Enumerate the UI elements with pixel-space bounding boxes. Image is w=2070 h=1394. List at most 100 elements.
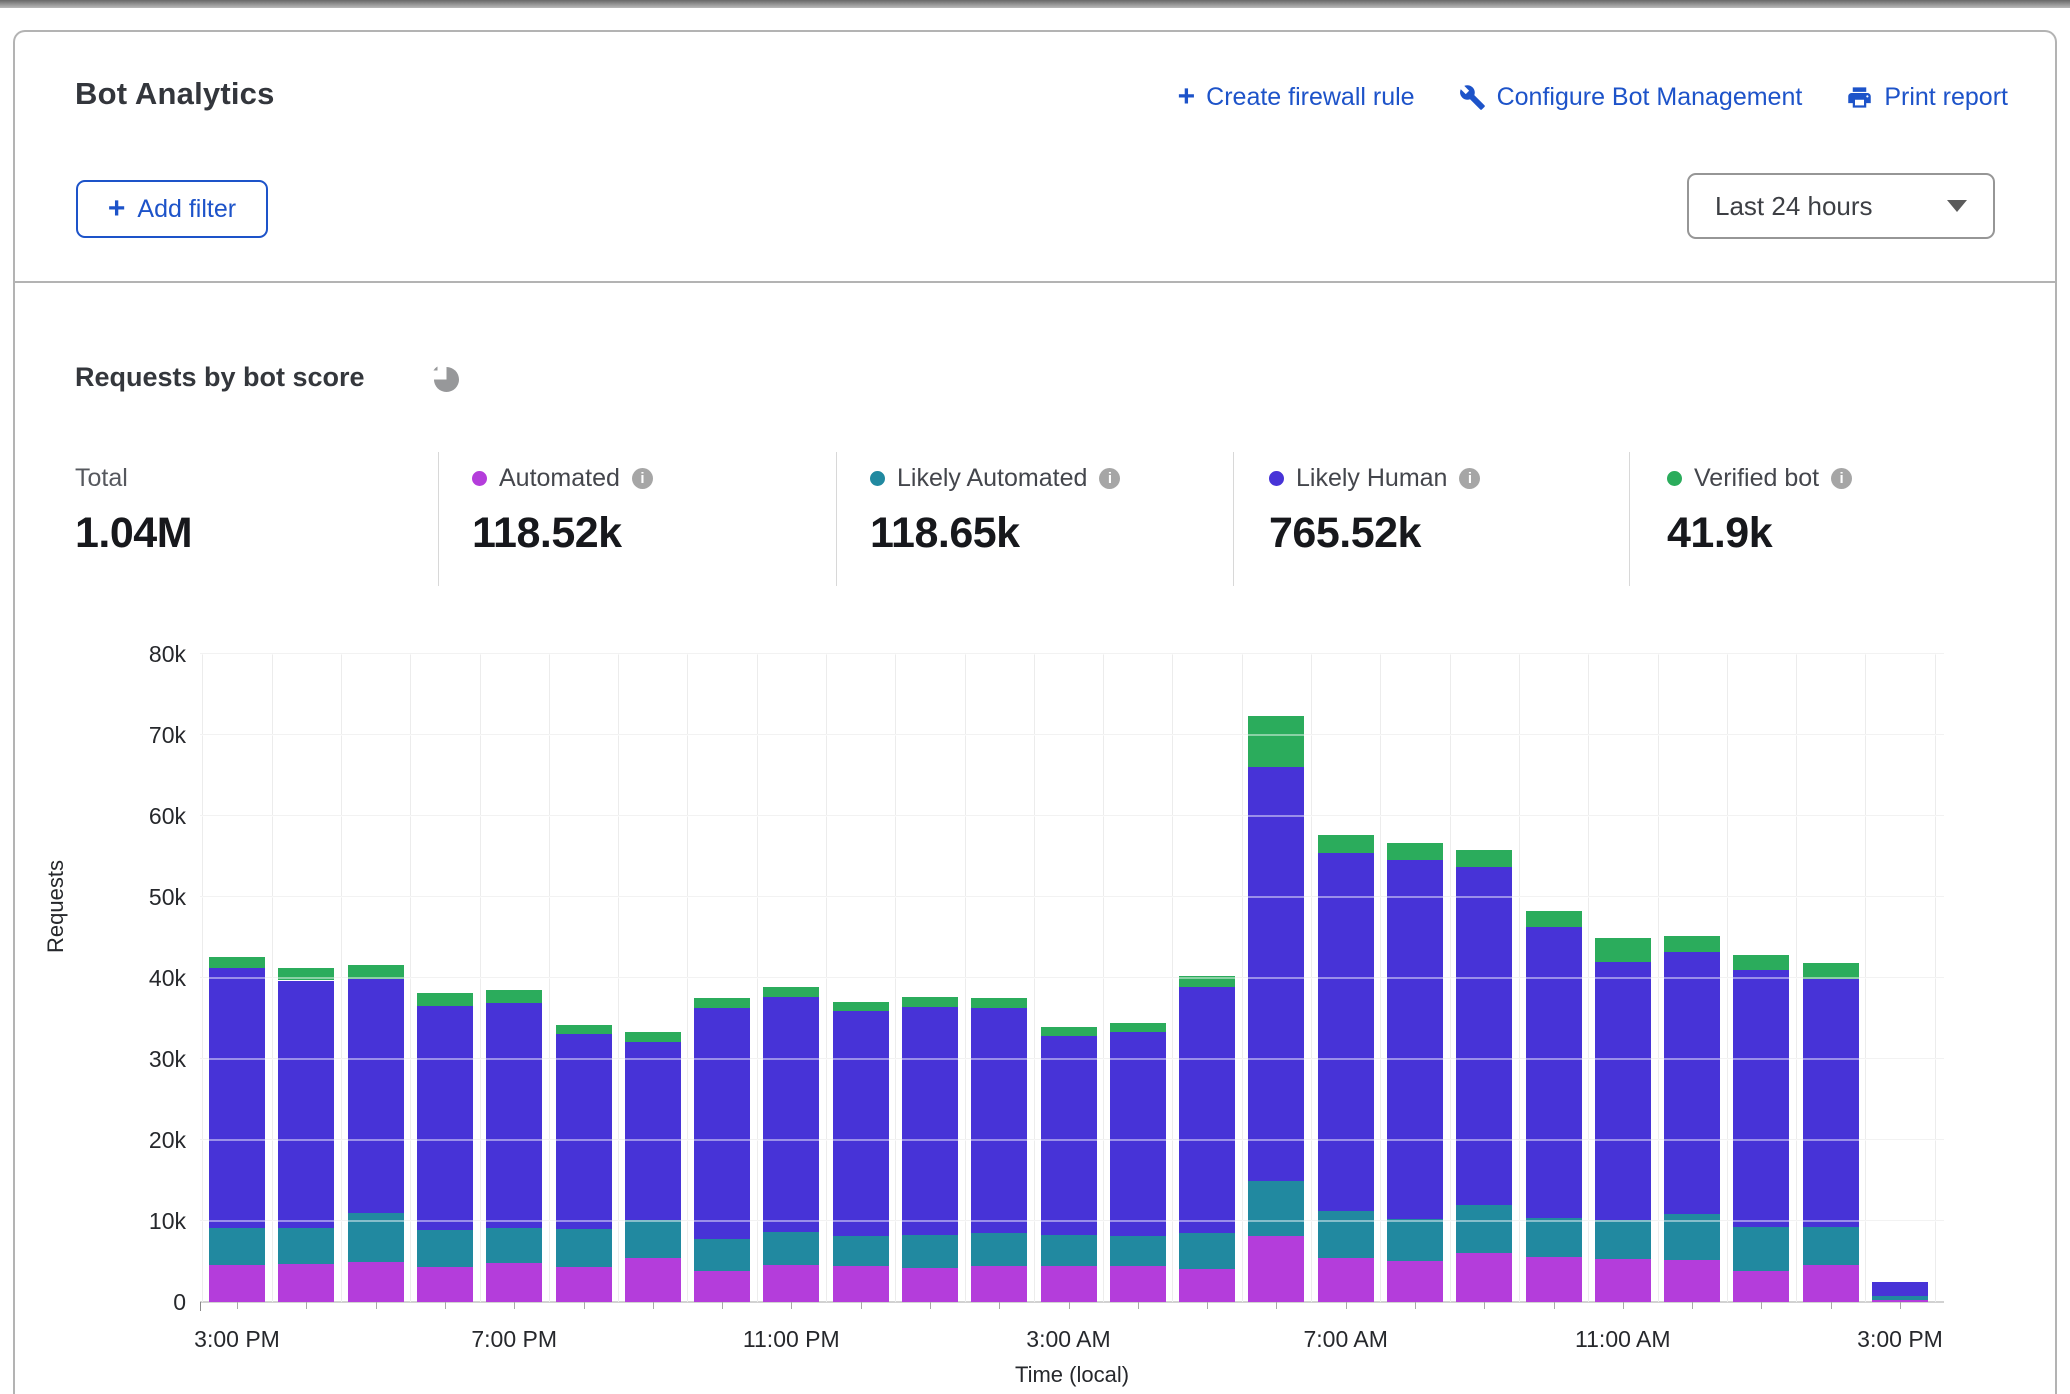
bar-segment-verified-bot[interactable] [1456, 850, 1512, 867]
bar-segment-likely-automated[interactable] [1248, 1181, 1304, 1235]
bar-segment-automated[interactable] [486, 1263, 542, 1302]
bar-segment-verified-bot[interactable] [556, 1025, 612, 1034]
bar-segment-automated[interactable] [1041, 1266, 1097, 1302]
bar-segment-likely-human[interactable] [1872, 1282, 1928, 1297]
bar-segment-automated[interactable] [348, 1262, 404, 1302]
bar-segment-automated[interactable] [1318, 1258, 1374, 1302]
bar-segment-likely-human[interactable] [1664, 952, 1720, 1214]
bar-segment-automated[interactable] [278, 1264, 334, 1302]
bar-segment-automated[interactable] [763, 1265, 819, 1302]
bar-segment-likely-automated[interactable] [1041, 1235, 1097, 1266]
bar-segment-likely-human[interactable] [694, 1008, 750, 1239]
info-icon[interactable]: i [1099, 468, 1120, 489]
bar-segment-automated[interactable] [694, 1271, 750, 1302]
bar-segment-verified-bot[interactable] [1248, 716, 1304, 766]
bar-segment-likely-human[interactable] [1318, 853, 1374, 1212]
bar-segment-likely-human[interactable] [1387, 860, 1443, 1220]
bar-segment-likely-automated[interactable] [1872, 1296, 1928, 1299]
bar-segment-verified-bot[interactable] [1387, 843, 1443, 860]
create-firewall-rule-link[interactable]: + Create firewall rule [1178, 82, 1415, 112]
bar-segment-likely-automated[interactable] [1179, 1233, 1235, 1269]
bar-segment-verified-bot[interactable] [763, 987, 819, 998]
bar-segment-likely-automated[interactable] [486, 1228, 542, 1263]
bar-segment-likely-automated[interactable] [556, 1229, 612, 1267]
print-report-link[interactable]: Print report [1846, 83, 2008, 112]
bar-segment-verified-bot[interactable] [625, 1032, 681, 1042]
bar-segment-automated[interactable] [971, 1266, 1027, 1302]
bar-segment-likely-automated[interactable] [971, 1233, 1027, 1266]
bar-segment-automated[interactable] [417, 1267, 473, 1302]
bar-segment-verified-bot[interactable] [417, 993, 473, 1006]
bar-segment-verified-bot[interactable] [1664, 936, 1720, 952]
bar-segment-likely-human[interactable] [1110, 1032, 1166, 1236]
bar-segment-likely-automated[interactable] [1318, 1211, 1374, 1258]
bar-segment-likely-automated[interactable] [763, 1232, 819, 1265]
bar-segment-likely-human[interactable] [833, 1011, 889, 1235]
bar-segment-automated[interactable] [1664, 1260, 1720, 1302]
bar-segment-verified-bot[interactable] [1110, 1023, 1166, 1032]
bar-segment-likely-automated[interactable] [1595, 1220, 1651, 1259]
bar-segment-likely-automated[interactable] [417, 1230, 473, 1267]
bar-segment-verified-bot[interactable] [1318, 835, 1374, 853]
bar-segment-likely-automated[interactable] [1387, 1219, 1443, 1260]
bar-segment-likely-automated[interactable] [1110, 1236, 1166, 1266]
bar-segment-verified-bot[interactable] [1733, 955, 1789, 970]
bar-segment-automated[interactable] [902, 1268, 958, 1302]
bar-segment-likely-human[interactable] [971, 1008, 1027, 1233]
configure-bot-management-link[interactable]: Configure Bot Management [1459, 83, 1803, 112]
time-range-select[interactable]: Last 24 hours [1687, 173, 1995, 239]
info-icon[interactable]: i [632, 468, 653, 489]
info-icon[interactable]: i [1459, 468, 1480, 489]
bar-segment-automated[interactable] [556, 1267, 612, 1302]
bar-segment-automated[interactable] [1803, 1265, 1859, 1302]
bar-segment-automated[interactable] [1733, 1271, 1789, 1302]
bar-segment-likely-automated[interactable] [1803, 1227, 1859, 1265]
bar-segment-verified-bot[interactable] [1526, 911, 1582, 927]
bar-segment-automated[interactable] [1110, 1266, 1166, 1302]
bar-segment-likely-automated[interactable] [278, 1228, 334, 1264]
bar-segment-automated[interactable] [1248, 1236, 1304, 1302]
bar-segment-likely-human[interactable] [1041, 1036, 1097, 1234]
bar-segment-likely-human[interactable] [1595, 962, 1651, 1220]
bar-segment-automated[interactable] [1595, 1259, 1651, 1302]
bar-segment-verified-bot[interactable] [209, 957, 265, 968]
bar-segment-verified-bot[interactable] [694, 998, 750, 1009]
bar-segment-likely-automated[interactable] [1456, 1205, 1512, 1253]
bar-segment-verified-bot[interactable] [1041, 1027, 1097, 1036]
bar-segment-likely-human[interactable] [902, 1007, 958, 1235]
bar-segment-verified-bot[interactable] [902, 997, 958, 1008]
bar-segment-automated[interactable] [625, 1258, 681, 1302]
bar-segment-likely-human[interactable] [1456, 867, 1512, 1205]
bar-segment-verified-bot[interactable] [1595, 938, 1651, 962]
bar-segment-likely-automated[interactable] [902, 1235, 958, 1268]
bar-segment-likely-human[interactable] [278, 981, 334, 1228]
bar-segment-likely-human[interactable] [625, 1042, 681, 1220]
bar-segment-likely-human[interactable] [417, 1006, 473, 1230]
bar-segment-automated[interactable] [1387, 1261, 1443, 1302]
bar-segment-likely-human[interactable] [1248, 767, 1304, 1182]
bar-segment-verified-bot[interactable] [833, 1002, 889, 1012]
bar-segment-likely-automated[interactable] [625, 1220, 681, 1258]
bar-segment-automated[interactable] [1526, 1257, 1582, 1302]
bar-segment-verified-bot[interactable] [486, 990, 542, 1003]
bar-segment-likely-human[interactable] [556, 1034, 612, 1229]
bar-segment-likely-human[interactable] [348, 979, 404, 1213]
bar-segment-likely-automated[interactable] [209, 1228, 265, 1264]
bar-segment-likely-human[interactable] [209, 968, 265, 1228]
bar-segment-likely-human[interactable] [1733, 970, 1789, 1227]
bar-segment-likely-automated[interactable] [1526, 1218, 1582, 1257]
bar-segment-likely-human[interactable] [763, 997, 819, 1231]
add-filter-button[interactable]: + Add filter [76, 180, 268, 238]
bar-segment-automated[interactable] [1179, 1269, 1235, 1302]
bar-segment-likely-human[interactable] [1803, 979, 1859, 1227]
bar-segment-likely-human[interactable] [1179, 987, 1235, 1233]
bar-segment-likely-automated[interactable] [694, 1239, 750, 1271]
bar-segment-likely-automated[interactable] [1733, 1227, 1789, 1272]
bar-segment-likely-human[interactable] [486, 1003, 542, 1228]
bar-segment-likely-human[interactable] [1526, 927, 1582, 1218]
info-icon[interactable]: i [1831, 468, 1852, 489]
bar-segment-automated[interactable] [209, 1265, 265, 1302]
bar-segment-automated[interactable] [1456, 1253, 1512, 1302]
bar-segment-likely-automated[interactable] [833, 1236, 889, 1267]
bar-segment-automated[interactable] [833, 1266, 889, 1302]
